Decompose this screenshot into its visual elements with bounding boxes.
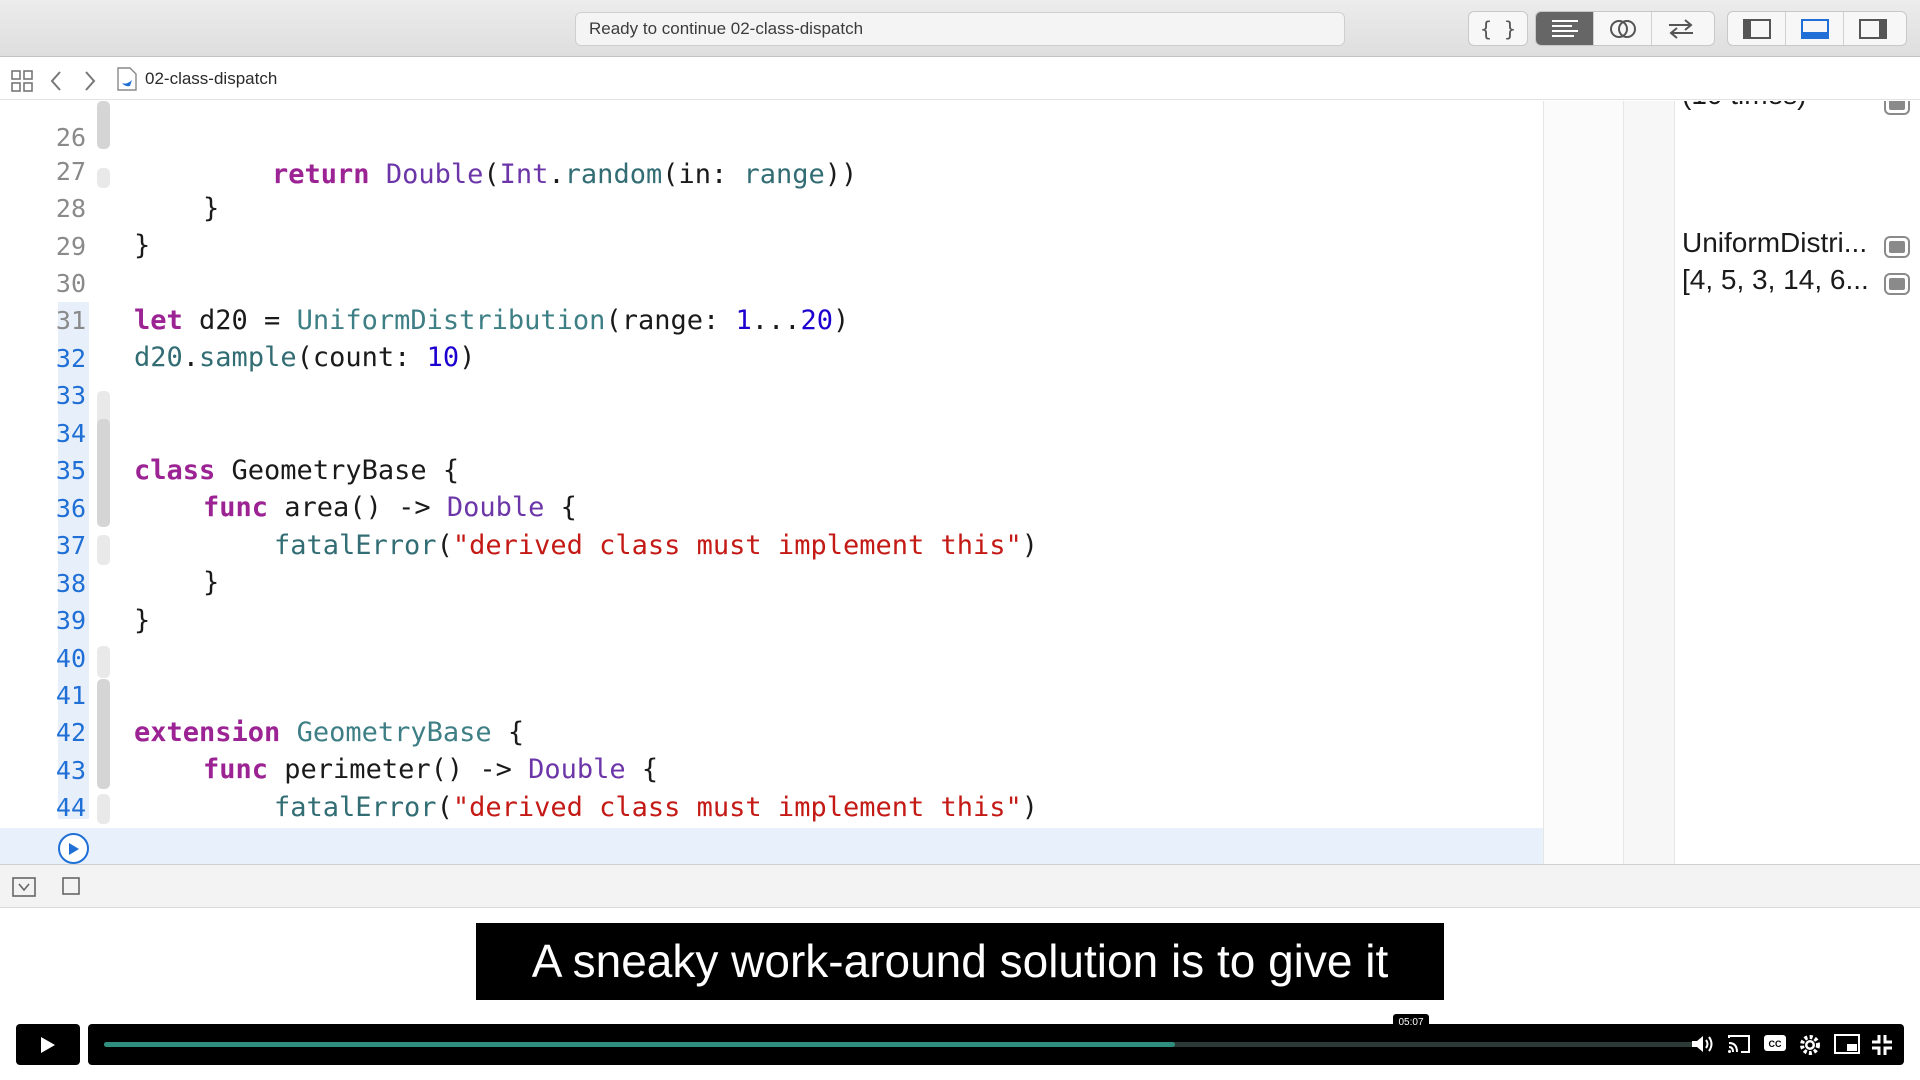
lines-icon bbox=[1551, 19, 1578, 37]
results-panel bbox=[1674, 101, 1920, 864]
result-line-30: UniformDistri... bbox=[1682, 227, 1868, 258]
result-line-26: (10 times) bbox=[1682, 101, 1806, 111]
settings-gear-icon bbox=[1800, 1035, 1820, 1055]
version-editor-button[interactable] bbox=[1652, 12, 1710, 45]
video-progress-track[interactable] bbox=[104, 1042, 1702, 1047]
video-play-button[interactable] bbox=[16, 1024, 80, 1065]
code-line: 44 } bbox=[0, 752, 1543, 860]
debug-bar bbox=[0, 864, 1920, 908]
editor-mode-segment bbox=[1535, 11, 1715, 46]
related-items-grid-icon[interactable] bbox=[11, 70, 33, 92]
activity-status-text: Ready to continue 02-class-dispatch bbox=[589, 19, 864, 38]
play-triangle-icon bbox=[68, 842, 79, 855]
volume-button[interactable] bbox=[1690, 1033, 1716, 1055]
braces-icon: { } bbox=[1479, 16, 1517, 41]
subtitle-caption: A sneaky work-around solution is to give… bbox=[476, 923, 1444, 1000]
code-snippets-button[interactable]: { } bbox=[1469, 12, 1527, 45]
back-chevron-icon[interactable] bbox=[49, 70, 63, 92]
settings-button[interactable] bbox=[1798, 1033, 1822, 1057]
svg-text:CC: CC bbox=[1769, 1039, 1782, 1049]
navigator-toggle-button[interactable] bbox=[1728, 12, 1786, 45]
code-line: 27 } bbox=[0, 116, 1543, 224]
swift-file-icon bbox=[117, 67, 137, 91]
cast-button[interactable] bbox=[1726, 1033, 1752, 1055]
assistant-editor-button[interactable] bbox=[1594, 12, 1652, 45]
assistant-rings-icon bbox=[1609, 19, 1636, 38]
code-line: 37 } bbox=[0, 490, 1543, 598]
code-line: 41 extension GeometryBase { bbox=[0, 640, 1543, 748]
cc-icon: CC bbox=[1764, 1035, 1786, 1051]
code-line: 29 bbox=[0, 191, 1543, 261]
volume-icon bbox=[1692, 1036, 1713, 1052]
hide-debug-area-icon[interactable] bbox=[12, 877, 36, 897]
execute-line bbox=[0, 828, 1624, 864]
results-sidebar bbox=[1624, 101, 1920, 864]
debug-area-toggle-button[interactable] bbox=[1786, 12, 1844, 45]
code-line: 28 } bbox=[0, 153, 1543, 261]
code-line: 33 bbox=[0, 340, 1543, 410]
exit-fullscreen-button[interactable] bbox=[1870, 1033, 1894, 1057]
pip-icon bbox=[1834, 1034, 1860, 1054]
cast-icon bbox=[1728, 1035, 1750, 1053]
code-snippets-segment: { } bbox=[1468, 11, 1528, 46]
closed-captions-button[interactable]: CC bbox=[1763, 1033, 1787, 1053]
code-line: 32 bbox=[0, 303, 1543, 373]
source-editor: 26 return Double(Int.random(in: range)) … bbox=[0, 101, 1920, 864]
time-tooltip: 05:07 bbox=[1393, 1014, 1429, 1032]
right-panel-icon bbox=[1859, 18, 1887, 39]
code-line: 30 let d20 = UniformDistribution(range: … bbox=[0, 228, 1543, 336]
code-line: 34 class GeometryBase { bbox=[0, 378, 1543, 486]
quick-look-button[interactable] bbox=[1884, 236, 1910, 258]
window-toolbar: Ready to continue 02-class-dispatch { } bbox=[0, 0, 1920, 57]
left-panel-icon bbox=[1742, 18, 1771, 39]
arrows-swap-icon bbox=[1669, 18, 1693, 39]
code-line: 39 bbox=[0, 565, 1543, 635]
play-icon bbox=[41, 1036, 55, 1053]
standard-editor-button[interactable] bbox=[1536, 12, 1594, 45]
inspector-toggle-button[interactable] bbox=[1844, 12, 1902, 45]
bottom-panel-icon bbox=[1800, 18, 1829, 39]
code-line: 45 } bbox=[0, 790, 1543, 860]
quick-look-button[interactable] bbox=[1884, 101, 1910, 115]
video-progress-fill bbox=[104, 1042, 1175, 1047]
exit-fullscreen-icon bbox=[1872, 1035, 1892, 1055]
code-line: 42 func perimeter() -> Double { bbox=[0, 677, 1543, 785]
panel-toggle-segment bbox=[1727, 11, 1907, 46]
quick-look-button[interactable] bbox=[1884, 273, 1910, 295]
code-line: 38 } bbox=[0, 528, 1543, 636]
jump-bar: 02-class-dispatch bbox=[0, 58, 1920, 100]
breadcrumb-file-name[interactable]: 02-class-dispatch bbox=[145, 69, 277, 89]
execute-playground-button[interactable] bbox=[58, 833, 89, 864]
code-line: 35 func area() -> Double { bbox=[0, 415, 1543, 523]
picture-in-picture-button[interactable] bbox=[1834, 1033, 1860, 1055]
code-line: 40 bbox=[0, 603, 1543, 673]
forward-chevron-icon[interactable] bbox=[83, 70, 97, 92]
result-line-31: [4, 5, 3, 14, 6... bbox=[1682, 264, 1869, 295]
code-line: 31 d20.sample(count: 10) bbox=[0, 265, 1543, 373]
code-line: 36 fatalError("derived class must implem… bbox=[0, 453, 1543, 561]
minimap bbox=[1543, 101, 1624, 864]
code-line: 43 fatalError("derived class must implem… bbox=[0, 715, 1543, 823]
video-controls-bar bbox=[88, 1024, 1904, 1065]
activity-status-field: Ready to continue 02-class-dispatch bbox=[575, 12, 1345, 46]
console-clear-icon[interactable] bbox=[62, 877, 80, 895]
code-area[interactable]: 26 return Double(Int.random(in: range)) … bbox=[0, 101, 1543, 864]
